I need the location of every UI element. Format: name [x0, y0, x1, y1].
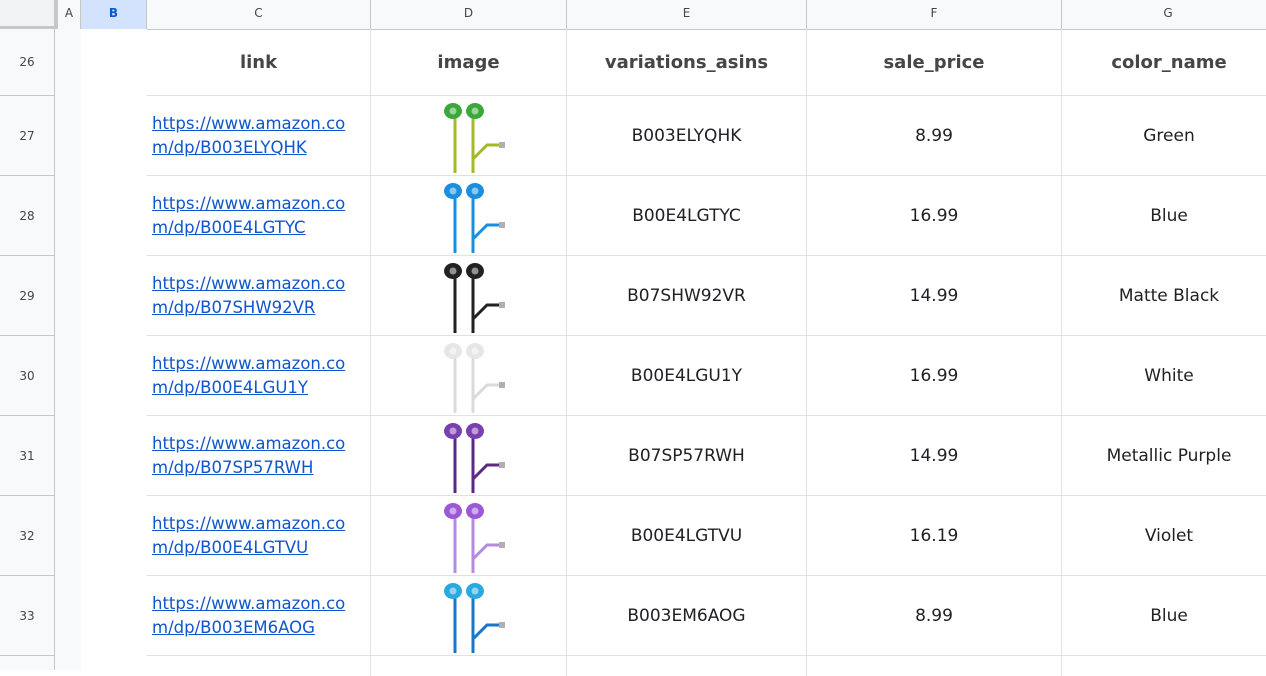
- row-header-29[interactable]: 29: [0, 256, 54, 336]
- earbud-product-thumbnail: [443, 422, 505, 493]
- asin-cell[interactable]: B00E4LGTYC: [567, 176, 807, 256]
- image-cell[interactable]: [371, 496, 567, 576]
- image-cell[interactable]: [371, 416, 567, 496]
- price-cell[interactable]: 14.99: [807, 416, 1062, 496]
- column-header-b[interactable]: B: [81, 0, 147, 29]
- header-cell-link[interactable]: link: [147, 29, 371, 96]
- link-cell[interactable]: https://www.amazon.com/dp/B003EM6AOG: [147, 576, 371, 656]
- row-header-27[interactable]: 27: [0, 96, 54, 176]
- image-cell[interactable]: [371, 256, 567, 336]
- product-link[interactable]: https://www.amazon.com/dp/B00E4LGU1Y: [152, 352, 364, 400]
- color-cell[interactable]: Metallic Purple: [1062, 416, 1266, 496]
- color-cell[interactable]: Green: [1062, 96, 1266, 176]
- product-link[interactable]: https://www.amazon.com/dp/B00E4LGTYC: [152, 192, 364, 240]
- link-cell[interactable]: https://www.amazon.com/dp/B00E4LGU1Y: [147, 336, 371, 416]
- image-cell[interactable]: [371, 96, 567, 176]
- asin-cell[interactable]: B003ELYQHK: [567, 96, 807, 176]
- earbud-product-thumbnail: [443, 582, 505, 653]
- row-header-28[interactable]: 28: [0, 176, 54, 256]
- earbud-product-thumbnail: [443, 102, 505, 173]
- color-cell[interactable]: Blue: [1062, 176, 1266, 256]
- link-cell[interactable]: https://www.amazon.com/dp/B003ELYQHK: [147, 96, 371, 176]
- row-header-bar: 26 27 28 29 30 31 32 33: [0, 29, 55, 670]
- column-header-c[interactable]: C: [147, 0, 371, 29]
- link-cell[interactable]: https://www.amazon.com/dp/B00E4LGTVU: [147, 496, 371, 576]
- image-cell[interactable]: [371, 576, 567, 656]
- partial-row-cell[interactable]: [1062, 656, 1266, 676]
- asin-cell[interactable]: B00E4LGU1Y: [567, 336, 807, 416]
- header-cell-image[interactable]: image: [371, 29, 567, 96]
- earbud-product-thumbnail: [443, 182, 505, 253]
- row-header-30[interactable]: 30: [0, 336, 54, 416]
- price-cell[interactable]: 16.99: [807, 336, 1062, 416]
- asin-cell[interactable]: B07SP57RWH: [567, 416, 807, 496]
- image-cell[interactable]: [371, 176, 567, 256]
- header-cell-variations-asins[interactable]: variations_asins: [567, 29, 807, 96]
- partial-row-cell[interactable]: [147, 656, 371, 676]
- product-link[interactable]: https://www.amazon.com/dp/B003EM6AOG: [152, 592, 364, 640]
- column-header-d[interactable]: D: [371, 0, 567, 29]
- row-header-partial[interactable]: [0, 656, 54, 676]
- price-cell[interactable]: 8.99: [807, 96, 1062, 176]
- earbud-product-thumbnail: [443, 502, 505, 573]
- column-a-cells[interactable]: [55, 29, 82, 670]
- image-cell[interactable]: [371, 336, 567, 416]
- column-header-a[interactable]: A: [58, 0, 81, 29]
- earbud-product-thumbnail: [443, 262, 505, 333]
- column-header-g[interactable]: G: [1062, 0, 1266, 29]
- product-link[interactable]: https://www.amazon.com/dp/B07SHW92VR: [152, 272, 364, 320]
- partial-row-cell[interactable]: [807, 656, 1062, 676]
- row-header-26[interactable]: 26: [0, 29, 54, 96]
- asin-cell[interactable]: B003EM6AOG: [567, 576, 807, 656]
- price-cell[interactable]: 8.99: [807, 576, 1062, 656]
- earbud-product-thumbnail: [443, 342, 505, 413]
- color-cell[interactable]: Blue: [1062, 576, 1266, 656]
- price-cell[interactable]: 16.99: [807, 176, 1062, 256]
- header-cell-color-name[interactable]: color_name: [1062, 29, 1266, 96]
- color-cell[interactable]: White: [1062, 336, 1266, 416]
- row-header-32[interactable]: 32: [0, 496, 54, 576]
- link-cell[interactable]: https://www.amazon.com/dp/B00E4LGTYC: [147, 176, 371, 256]
- product-link[interactable]: https://www.amazon.com/dp/B00E4LGTVU: [152, 512, 364, 560]
- asin-cell[interactable]: B07SHW92VR: [567, 256, 807, 336]
- price-cell[interactable]: 14.99: [807, 256, 1062, 336]
- partial-row-cell[interactable]: [371, 656, 567, 676]
- color-cell[interactable]: Matte Black: [1062, 256, 1266, 336]
- sheet-grid: link image variations_asins sale_price color…: [147, 29, 1266, 676]
- asin-cell[interactable]: B00E4LGTVU: [567, 496, 807, 576]
- column-header-e[interactable]: E: [567, 0, 807, 29]
- column-header-bar: ABCDEFG: [0, 0, 1266, 30]
- color-cell[interactable]: Violet: [1062, 496, 1266, 576]
- product-link[interactable]: https://www.amazon.com/dp/B003ELYQHK: [152, 112, 364, 160]
- product-link[interactable]: https://www.amazon.com/dp/B07SP57RWH: [152, 432, 364, 480]
- row-header-33[interactable]: 33: [0, 576, 54, 656]
- column-header-f[interactable]: F: [807, 0, 1062, 29]
- header-cell-sale-price[interactable]: sale_price: [807, 29, 1062, 96]
- link-cell[interactable]: https://www.amazon.com/dp/B07SHW92VR: [147, 256, 371, 336]
- row-header-31[interactable]: 31: [0, 416, 54, 496]
- price-cell[interactable]: 16.19: [807, 496, 1062, 576]
- partial-row-cell[interactable]: [567, 656, 807, 676]
- link-cell[interactable]: https://www.amazon.com/dp/B07SP57RWH: [147, 416, 371, 496]
- column-b-cells[interactable]: [81, 29, 147, 670]
- select-all-corner[interactable]: [0, 0, 58, 29]
